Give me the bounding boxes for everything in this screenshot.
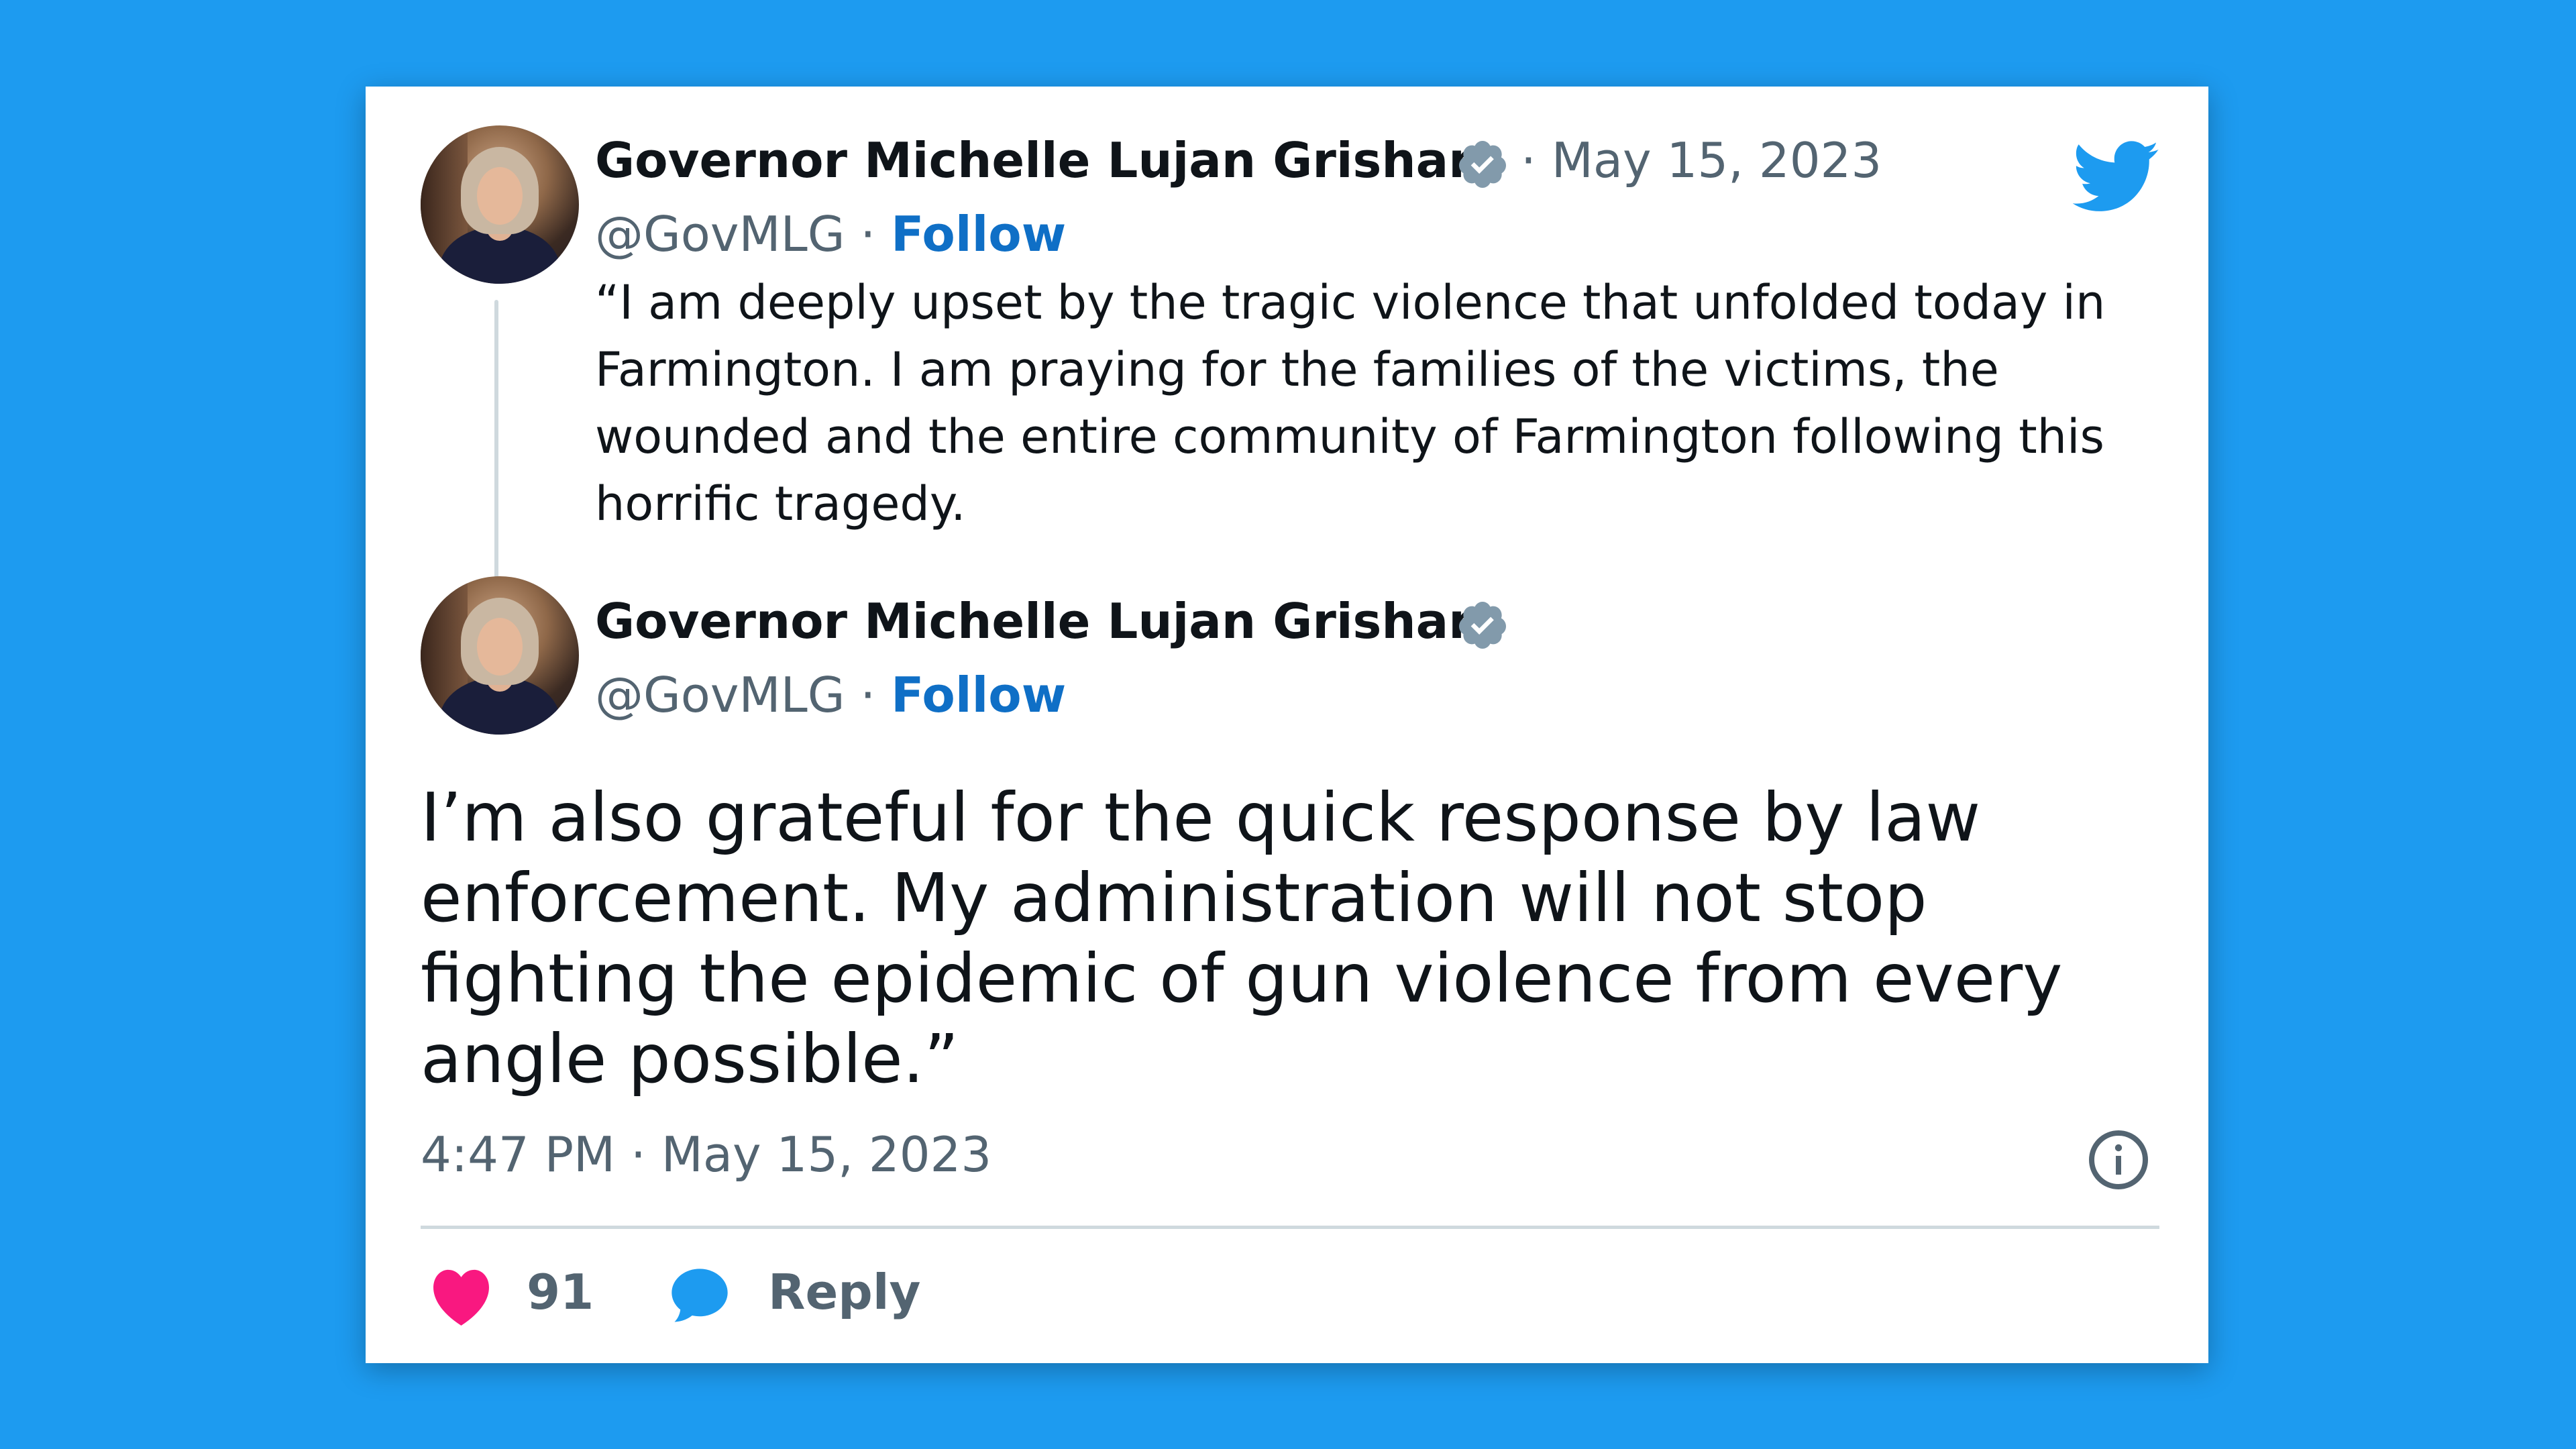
separator-dot: · — [1521, 132, 1536, 189]
heart-icon[interactable] — [429, 1267, 493, 1328]
handle-row: @GovMLG · Follow — [595, 667, 1066, 723]
handle-row: @GovMLG · Follow — [595, 206, 1066, 262]
avatar[interactable] — [421, 125, 579, 284]
parent-tweet-text: “I am deeply upset by the tragic violenc… — [595, 275, 2106, 531]
verified-badge-icon — [1458, 141, 1506, 188]
user-handle[interactable]: @GovMLG — [595, 206, 845, 262]
divider — [421, 1226, 2159, 1229]
verified-badge-icon — [1458, 602, 1506, 649]
tweet-timestamp[interactable]: 4:47 PM · May 15, 2023 — [421, 1126, 991, 1183]
follow-button[interactable]: Follow — [891, 206, 1066, 262]
info-icon[interactable] — [2086, 1128, 2151, 1192]
display-name[interactable]: Governor Michelle Lujan Grisham — [595, 132, 1499, 189]
reply-bubble-icon[interactable] — [666, 1262, 733, 1329]
separator-dot: · — [860, 667, 876, 723]
follow-button[interactable]: Follow — [891, 667, 1066, 723]
reply-button[interactable]: Reply — [768, 1264, 920, 1320]
user-handle[interactable]: @GovMLG — [595, 667, 845, 723]
tweet-date-line: · May 15, 2023 — [1521, 132, 1882, 189]
tweet-card: Governor Michelle Lujan Grisham · May 15… — [366, 87, 2208, 1363]
display-name[interactable]: Governor Michelle Lujan Grisham — [595, 593, 1499, 649]
like-count: 91 — [527, 1264, 594, 1320]
twitter-bird-icon[interactable] — [2073, 140, 2160, 214]
separator-dot: · — [860, 206, 876, 262]
tweet-date[interactable]: May 15, 2023 — [1552, 132, 1882, 189]
avatar[interactable] — [421, 576, 579, 735]
main-tweet-text: I’m also grateful for the quick response… — [421, 778, 2063, 1098]
